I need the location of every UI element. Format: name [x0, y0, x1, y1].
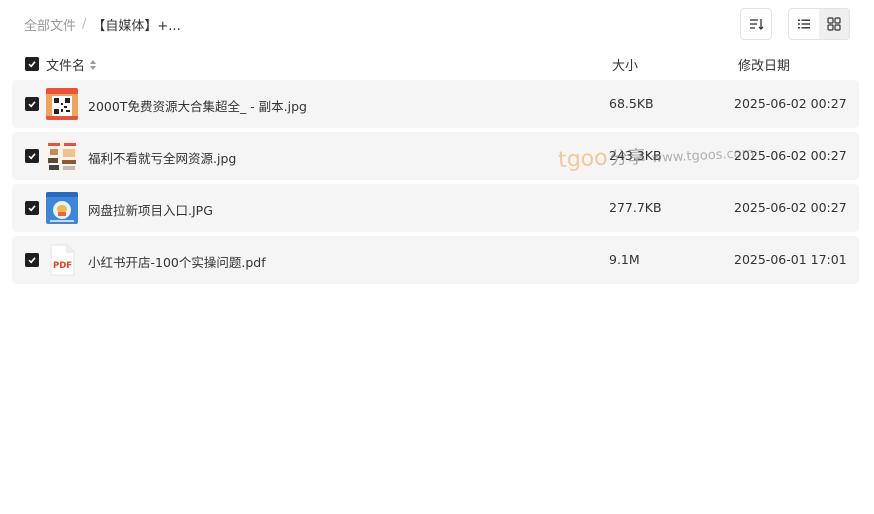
pdf-icon: PDF: [46, 244, 78, 276]
file-size: 68.5KB: [609, 96, 654, 111]
list-view-button[interactable]: [789, 9, 819, 39]
file-name[interactable]: 小红书开店-100个实操问题.pdf: [88, 252, 266, 271]
svg-text:PDF: PDF: [53, 261, 72, 271]
check-icon: [28, 153, 36, 160]
sort-toggle-icon[interactable]: [89, 59, 97, 71]
image-thumbnail: [46, 140, 78, 172]
file-size: 243.3KB: [609, 148, 662, 163]
file-size: 277.7KB: [609, 200, 662, 215]
file-name[interactable]: 网盘拉新项目入口.JPG: [88, 200, 213, 219]
row-checkbox[interactable]: [25, 253, 39, 267]
check-icon: [28, 205, 36, 212]
header-date[interactable]: 修改日期: [738, 55, 790, 74]
file-date: 2025-06-02 00:27: [734, 200, 847, 215]
file-row[interactable]: 网盘拉新项目入口.JPG 277.7KB 2025-06-02 00:27: [12, 184, 859, 232]
sort-desc-icon: [750, 19, 764, 30]
qr-image-thumbnail: [46, 88, 78, 120]
file-row[interactable]: PDF 小红书开店-100个实操问题.pdf 9.1M 2025-06-01 1…: [12, 236, 859, 284]
header-name-label: 文件名: [46, 59, 86, 74]
select-all-checkbox[interactable]: [25, 57, 39, 71]
list-view-icon: [798, 19, 810, 29]
grid-view-icon: [827, 17, 841, 31]
file-row[interactable]: 福利不看就亏全网资源.jpg 243.3KB 2025-06-02 00:27: [12, 132, 859, 180]
breadcrumb-separator: /: [82, 17, 87, 32]
breadcrumb-root[interactable]: 全部文件: [24, 15, 76, 34]
breadcrumb-current: 【自媒体】+...: [92, 19, 181, 34]
header-size[interactable]: 大小: [612, 55, 638, 74]
view-toggle: [788, 8, 850, 40]
file-date: 2025-06-02 00:27: [734, 148, 847, 163]
row-checkbox[interactable]: [25, 97, 39, 111]
table-header: 文件名 大小 修改日期: [12, 52, 859, 76]
file-row[interactable]: 2000T免费资源大合集超全_ - 副本.jpg 68.5KB 2025-06-…: [12, 80, 859, 128]
check-icon: [28, 101, 36, 108]
file-size: 9.1M: [609, 252, 640, 267]
file-date: 2025-06-01 17:01: [734, 252, 847, 267]
breadcrumb: 全部文件 / 【自媒体】+...: [24, 15, 181, 34]
check-icon: [28, 257, 36, 264]
row-checkbox[interactable]: [25, 201, 39, 215]
top-bar: 全部文件 / 【自媒体】+...: [0, 0, 874, 48]
grid-view-button[interactable]: [819, 9, 849, 39]
sort-button[interactable]: [740, 8, 772, 40]
row-checkbox[interactable]: [25, 149, 39, 163]
file-name[interactable]: 2000T免费资源大合集超全_ - 副本.jpg: [88, 96, 307, 115]
file-name[interactable]: 福利不看就亏全网资源.jpg: [88, 148, 236, 167]
header-name[interactable]: 文件名: [46, 55, 97, 74]
file-date: 2025-06-02 00:27: [734, 96, 847, 111]
image-thumbnail: [46, 192, 78, 224]
check-icon: [28, 61, 36, 68]
